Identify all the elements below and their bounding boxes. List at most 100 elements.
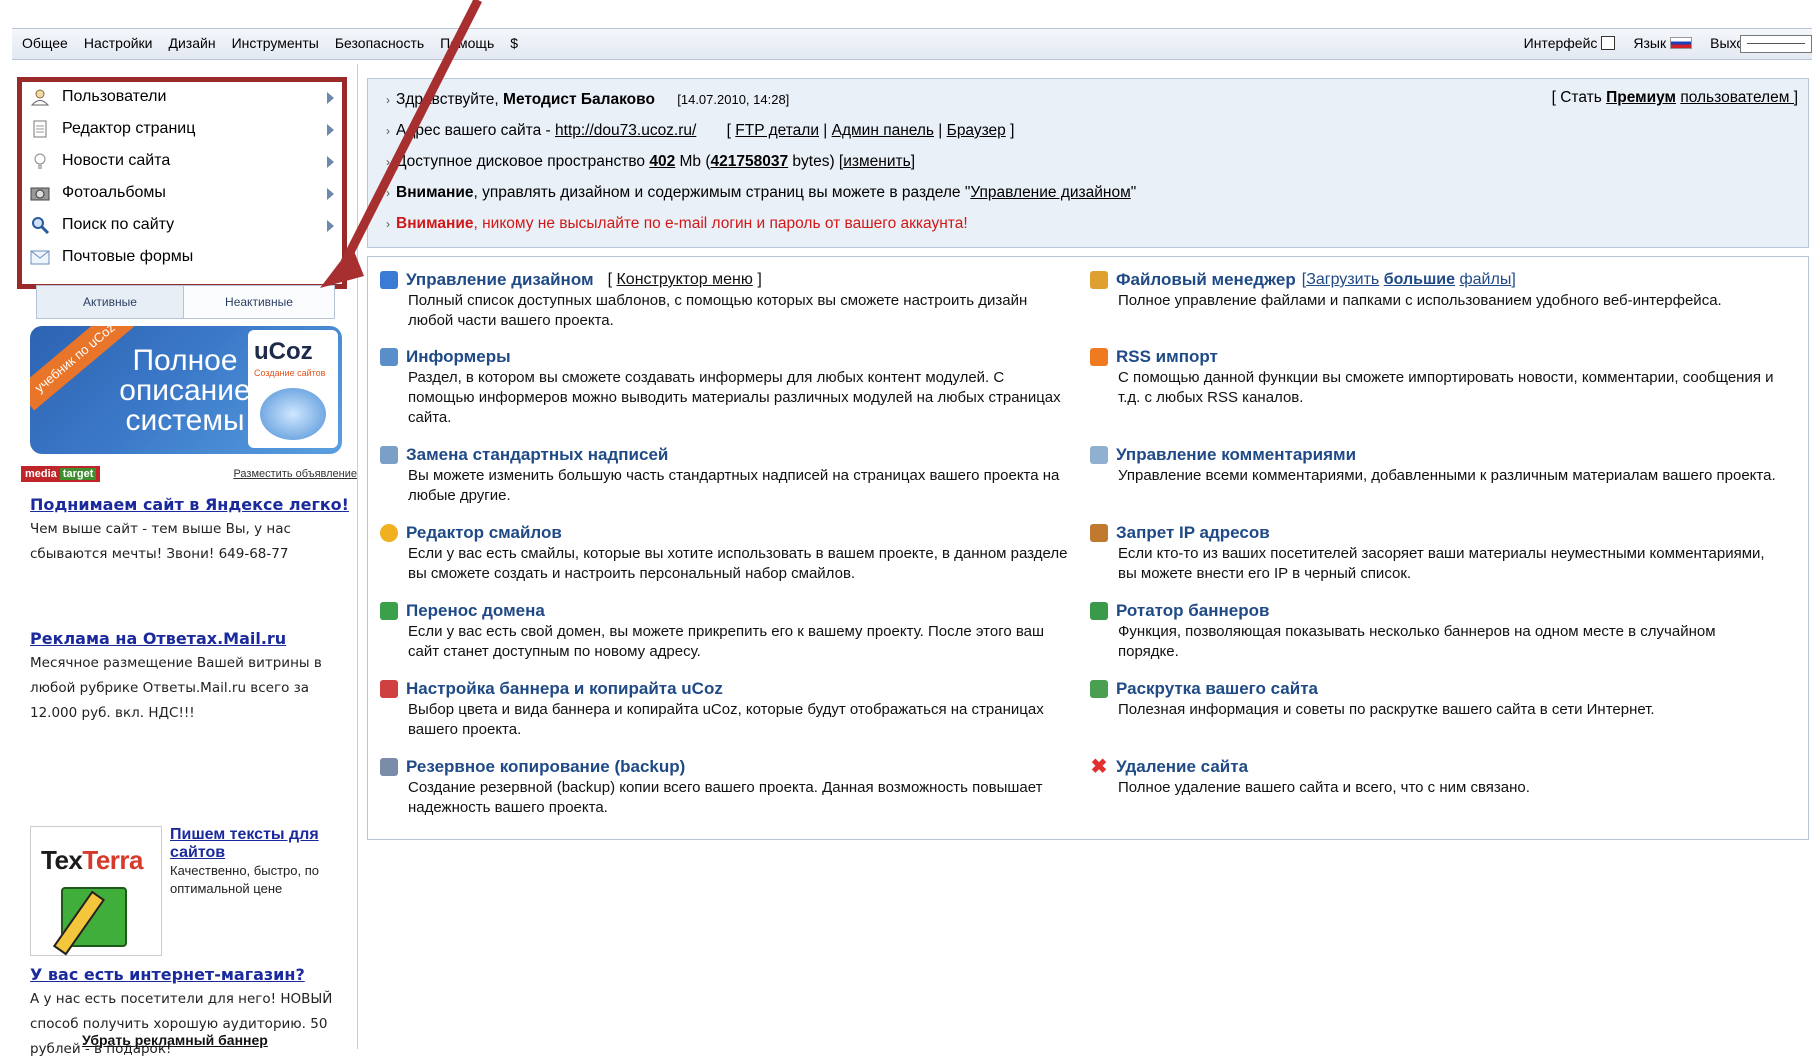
place-ad-link[interactable]: Разместить объявление xyxy=(233,468,357,480)
design-management-link[interactable]: Управление дизайном xyxy=(970,184,1130,201)
module-description: Выбор цвета и вида баннера и копирайта u… xyxy=(408,701,1044,738)
module-title-link[interactable]: Резервное копирование (backup) xyxy=(406,757,685,777)
tab-inactive[interactable]: Неактивные xyxy=(183,285,335,319)
sidebar-item-site-search[interactable]: Поиск по сайту xyxy=(30,210,334,240)
premium-link[interactable]: [ Стать Премиум пользователем ] xyxy=(1552,89,1798,107)
menu-tools[interactable]: Инструменты xyxy=(232,35,319,51)
site-url-link[interactable]: http://dou73.ucoz.ru/ xyxy=(555,122,696,139)
module-description: Функция, позволяющая показывать нескольк… xyxy=(1118,623,1716,660)
module-title-link[interactable]: Запрет IP адресов xyxy=(1116,523,1270,543)
disk-unit: Mb ( xyxy=(679,153,711,170)
attention-security-line: › Внимание, никому не высылайте по e-mail… xyxy=(386,215,968,233)
upload-bold[interactable]: большие xyxy=(1384,271,1455,288)
remove-ad-banner-link[interactable]: Убрать рекламный баннер xyxy=(82,1032,268,1048)
upload-link[interactable]: Загрузить xyxy=(1306,271,1379,288)
module-delete-site: ✖ Удаление сайта Полное удаление вашего … xyxy=(1090,756,1780,798)
module-title-link[interactable]: Файловый менеджер xyxy=(1116,270,1296,290)
upload-large-files: [Загрузить большие файлы] xyxy=(1301,271,1516,288)
search-icon xyxy=(32,217,50,234)
premium-suffix: пользователем ] xyxy=(1680,89,1798,106)
main-menubar: Общее Настройки Дизайн Инструменты Безоп… xyxy=(12,28,1812,60)
module-title-link[interactable]: Ротатор баннеров xyxy=(1116,601,1269,621)
module-rss-import: RSS импорт С помощью данной функции вы с… xyxy=(1090,346,1780,408)
attention-label: Внимание xyxy=(396,215,474,232)
module-title-link[interactable]: RSS импорт xyxy=(1116,347,1218,367)
change-disk-link[interactable]: изменить xyxy=(843,153,910,170)
bullet-arrow-icon: › xyxy=(386,124,390,138)
texterra-name: TexTerra xyxy=(41,845,143,876)
attention-label: Внимание xyxy=(396,184,474,201)
modules-panel: Управление дизайном [ Конструктор меню ]… xyxy=(367,256,1809,840)
module-title-link[interactable]: Управление комментариями xyxy=(1116,445,1356,465)
sidebar-item-users[interactable]: Пользователи xyxy=(30,82,334,112)
menu-billing[interactable]: $ xyxy=(510,35,518,51)
disk-prefix: Доступное дисковое пространство xyxy=(396,153,646,170)
sidebar-item-page-editor[interactable]: Редактор страниц xyxy=(30,114,334,144)
attention-design-line: › Внимание, управлять дизайном и содержим… xyxy=(386,184,1137,201)
browser-link[interactable]: Браузер xyxy=(947,122,1006,139)
module-title-link[interactable]: Редактор смайлов xyxy=(406,523,562,543)
attention-text: , управлять дизайном и содержимым страни… xyxy=(473,184,971,201)
ad-title-link[interactable]: Поднимаем сайт в Яндексе легко! xyxy=(30,492,350,517)
menu-settings[interactable]: Настройки xyxy=(84,35,153,51)
module-banner-settings: Настройка баннера и копирайта uCoz Выбор… xyxy=(380,678,1070,740)
ucoz-logo-text: uCoz xyxy=(254,338,313,365)
module-description: Создание резервной (backup) копии всего … xyxy=(408,779,1043,816)
ucoz-logo-subtitle: Создание сайтов xyxy=(254,368,326,378)
site-address-line: › Адрес вашего сайта - http://dou73.ucoz.… xyxy=(386,122,1015,139)
module-title-link[interactable]: Настройка баннера и копирайта uCoz xyxy=(406,679,723,699)
login-datetime: [14.07.2010, 14:28] xyxy=(677,92,790,107)
width-slider[interactable] xyxy=(1740,35,1812,53)
module-ip-ban: Запрет IP адресов Если кто-то из ваших п… xyxy=(1090,522,1780,584)
module-description: Полезная информация и советы по раскрутк… xyxy=(1118,701,1655,718)
users-icon xyxy=(30,89,50,106)
sidebar-item-label: Пользователи xyxy=(62,88,167,105)
sidebar-item-photoalbums[interactable]: Фотоальбомы xyxy=(30,178,334,208)
ad-block-mail-answers: Реклама на Ответах.Mail.ru Месячное разм… xyxy=(30,626,350,726)
smile-icon xyxy=(380,524,398,542)
upload-files[interactable]: файлы xyxy=(1459,271,1511,288)
module-comments: Управление комментариями Управление всем… xyxy=(1090,444,1780,486)
page-icon xyxy=(33,120,47,138)
ucoz-tutorial-banner[interactable]: учебник по uCoz Полное описание системы … xyxy=(30,326,342,454)
ad-title-link[interactable]: Пишем тексты для сайтов xyxy=(170,826,350,862)
menu-design[interactable]: Дизайн xyxy=(169,35,216,51)
menu-constructor-link[interactable]: Конструктор меню xyxy=(616,271,752,288)
module-description: С помощью данной функции вы сможете импо… xyxy=(1118,369,1774,406)
module-domain: Перенос домена Если у вас есть свой доме… xyxy=(380,600,1070,662)
user-name: Методист Балаково xyxy=(503,91,655,108)
menu-general[interactable]: Общее xyxy=(22,35,68,51)
ad-title-link[interactable]: Реклама на Ответах.Mail.ru xyxy=(30,626,350,651)
banner-settings-icon xyxy=(380,680,398,698)
ftp-details-link[interactable]: FTP детали xyxy=(735,122,819,139)
address-prefix: Адрес вашего сайта - xyxy=(396,122,551,139)
language-select[interactable]: Язык xyxy=(1633,35,1693,51)
premium-bold: Премиум xyxy=(1606,89,1677,106)
interface-checkbox-icon[interactable] xyxy=(1601,36,1616,50)
rss-icon xyxy=(1090,348,1108,366)
module-title-link[interactable]: Удаление сайта xyxy=(1116,757,1248,777)
module-title-link[interactable]: Перенос домена xyxy=(406,601,545,621)
module-replace-labels: Замена стандартных надписей Вы можете из… xyxy=(380,444,1070,506)
sidebar-item-news[interactable]: Новости сайта xyxy=(30,146,334,176)
module-description: Полный список доступных шаблонов, с помо… xyxy=(408,292,1028,329)
module-title-link[interactable]: Управление дизайном xyxy=(406,270,594,290)
module-title-link[interactable]: Замена стандартных надписей xyxy=(406,445,668,465)
sidebar-item-mail-forms[interactable]: Почтовые формы xyxy=(30,242,330,272)
module-smiles: Редактор смайлов Если у вас есть смайлы,… xyxy=(380,522,1070,584)
ad-text: Качественно, быстро, по оптимальной цене xyxy=(170,863,319,896)
ad-title-link[interactable]: У вас есть интернет-магазин? xyxy=(30,962,350,987)
module-title-link[interactable]: Раскрутка вашего сайта xyxy=(1116,679,1318,699)
admin-panel-link[interactable]: Админ панель xyxy=(832,122,934,139)
tab-active[interactable]: Активные xyxy=(36,285,184,319)
module-title-link[interactable]: Информеры xyxy=(406,347,511,367)
menu-security[interactable]: Безопасность xyxy=(335,35,424,51)
submenu-arrow-icon xyxy=(327,188,334,200)
premium-prefix: [ Стать xyxy=(1551,89,1602,106)
menu-help[interactable]: Помощь xyxy=(440,35,494,51)
interface-toggle[interactable]: Интерфейс xyxy=(1524,35,1616,51)
bulb-icon xyxy=(34,153,46,169)
media-label: media xyxy=(25,468,57,480)
texterra-logo[interactable]: TexTerra xyxy=(30,826,162,956)
sidebar-menu: Пользователи Редактор страниц Новости са… xyxy=(17,77,347,289)
